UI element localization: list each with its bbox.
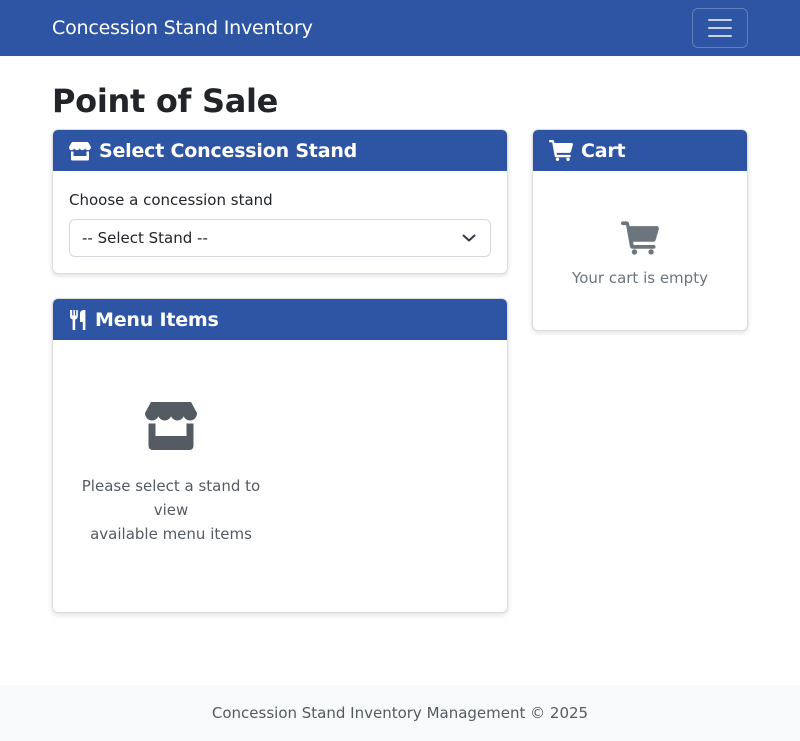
cart-empty-text: Your cart is empty: [572, 269, 708, 287]
stand-select[interactable]: -- Select Stand --: [69, 219, 491, 257]
cart-card-title: Cart: [581, 139, 626, 162]
footer-text: Concession Stand Inventory Management © …: [211, 704, 589, 722]
cart-card: Cart Your cart is empty: [532, 129, 748, 331]
navbar: Concession Stand Inventory: [0, 0, 800, 56]
footer: Concession Stand Inventory Management © …: [0, 685, 800, 741]
menu-items-card-header: Menu Items: [53, 299, 507, 340]
menu-icon-bar: [708, 27, 732, 29]
menu-items-card: Menu Items Please select a stand to view…: [52, 298, 508, 613]
select-stand-card-title: Select Concession Stand: [99, 139, 358, 162]
menu-items-card-title: Menu Items: [95, 308, 219, 331]
menu-icon-bar: [708, 35, 732, 37]
cart-icon: [549, 140, 573, 161]
page-title: Point of Sale: [52, 82, 279, 120]
menu-icon-bar: [708, 19, 732, 21]
navbar-toggle-button[interactable]: [692, 8, 748, 48]
store-icon: [69, 141, 91, 161]
utensils-icon: [69, 309, 87, 331]
stand-select-label: Choose a concession stand: [69, 191, 273, 209]
select-stand-card: Select Concession Stand Choose a concess…: [52, 129, 508, 274]
select-stand-card-header: Select Concession Stand: [53, 130, 507, 171]
chevron-down-icon: [462, 229, 476, 247]
cart-card-header: Cart: [533, 130, 747, 171]
menu-empty-state: Please select a stand to view available …: [69, 402, 273, 546]
cart-empty-state: Your cart is empty: [549, 187, 731, 287]
cart-icon: [549, 221, 731, 255]
menu-empty-line-1: Please select a stand to view: [81, 477, 261, 519]
store-icon: [69, 402, 273, 450]
navbar-brand[interactable]: Concession Stand Inventory: [52, 17, 313, 39]
stand-select-value: -- Select Stand --: [82, 229, 208, 247]
menu-empty-line-2: available menu items: [90, 525, 252, 543]
